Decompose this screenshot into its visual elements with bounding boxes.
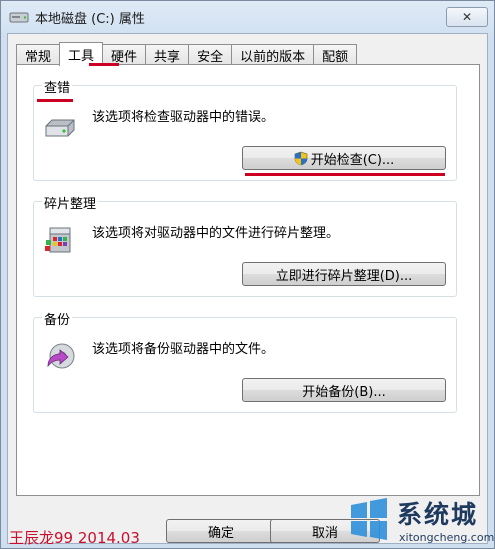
backup-icon xyxy=(42,340,78,374)
tab-sharing[interactable]: 共享 xyxy=(146,44,190,66)
backup-group: 备份 该选项将备份驱动器中的文件。 开始备份(B)... xyxy=(33,309,457,413)
properties-window: 本地磁盘 (C:) 属性 ✕ 常规 工具 硬件 共享 安全 以前的版本 配额 查… xyxy=(0,0,495,549)
tab-strip: 常规 工具 硬件 共享 安全 以前的版本 配额 xyxy=(16,42,358,66)
start-backup-label: 开始备份(B)... xyxy=(302,384,386,400)
annotation-underline-error-check xyxy=(37,99,73,102)
windows-logo-icon xyxy=(347,497,391,544)
annotation-underline-tools-tab xyxy=(89,63,119,66)
title-bar[interactable]: 本地磁盘 (C:) 属性 ✕ xyxy=(1,1,494,33)
group-title-error-check: 查错 xyxy=(42,77,73,96)
defrag-group: 碎片整理 该选项将对驱动器中的文件进行碎片整理。 立即进行碎片整理(D)... xyxy=(33,193,457,297)
hard-drive-icon xyxy=(42,112,78,146)
start-check-button[interactable]: 开始检查(C)... xyxy=(242,146,446,170)
site-brand-text: 系统城 xyxy=(397,500,479,529)
error-check-description: 该选项将检查驱动器中的错误。 xyxy=(92,110,275,125)
defrag-now-label: 立即进行碎片整理(D)... xyxy=(275,268,413,284)
tab-general[interactable]: 常规 xyxy=(16,44,61,66)
group-title-backup: 备份 xyxy=(42,309,73,328)
backup-description: 该选项将备份驱动器中的文件。 xyxy=(92,342,275,357)
tab-security[interactable]: 安全 xyxy=(189,44,233,66)
author-watermark: 王辰龙99 2014.03 xyxy=(9,529,140,547)
defrag-icon xyxy=(42,224,78,258)
annotation-underline-start-check xyxy=(245,173,445,176)
defrag-now-button[interactable]: 立即进行碎片整理(D)... xyxy=(242,262,446,286)
tab-quota[interactable]: 配额 xyxy=(314,44,358,66)
dialog-client: 常规 工具 硬件 共享 安全 以前的版本 配额 查错 该选项将检查驱动器中的错误… xyxy=(7,33,488,544)
tab-previous-versions[interactable]: 以前的版本 xyxy=(232,44,315,66)
window-title: 本地磁盘 (C:) 属性 xyxy=(35,11,145,27)
site-url-text: xitongcheng.com xyxy=(399,531,495,544)
defrag-description: 该选项将对驱动器中的文件进行碎片整理。 xyxy=(92,226,340,241)
close-button[interactable]: ✕ xyxy=(446,7,488,27)
start-check-label: 开始检查(C)... xyxy=(310,152,395,168)
start-backup-button[interactable]: 开始备份(B)... xyxy=(242,378,446,402)
close-icon: ✕ xyxy=(461,10,473,24)
ok-button[interactable]: 确定 xyxy=(166,519,276,543)
error-check-group: 查错 该选项将检查驱动器中的错误。 开始检查(C)... xyxy=(33,77,457,181)
tools-tab-panel: 查错 该选项将检查驱动器中的错误。 开始检查(C)... 碎片整理 该选项将对驱… xyxy=(16,64,480,496)
group-title-defrag: 碎片整理 xyxy=(42,193,99,212)
uac-shield-icon xyxy=(294,151,308,166)
site-watermark: 系统城 xitongcheng.com xyxy=(343,491,495,547)
drive-icon xyxy=(9,10,29,24)
